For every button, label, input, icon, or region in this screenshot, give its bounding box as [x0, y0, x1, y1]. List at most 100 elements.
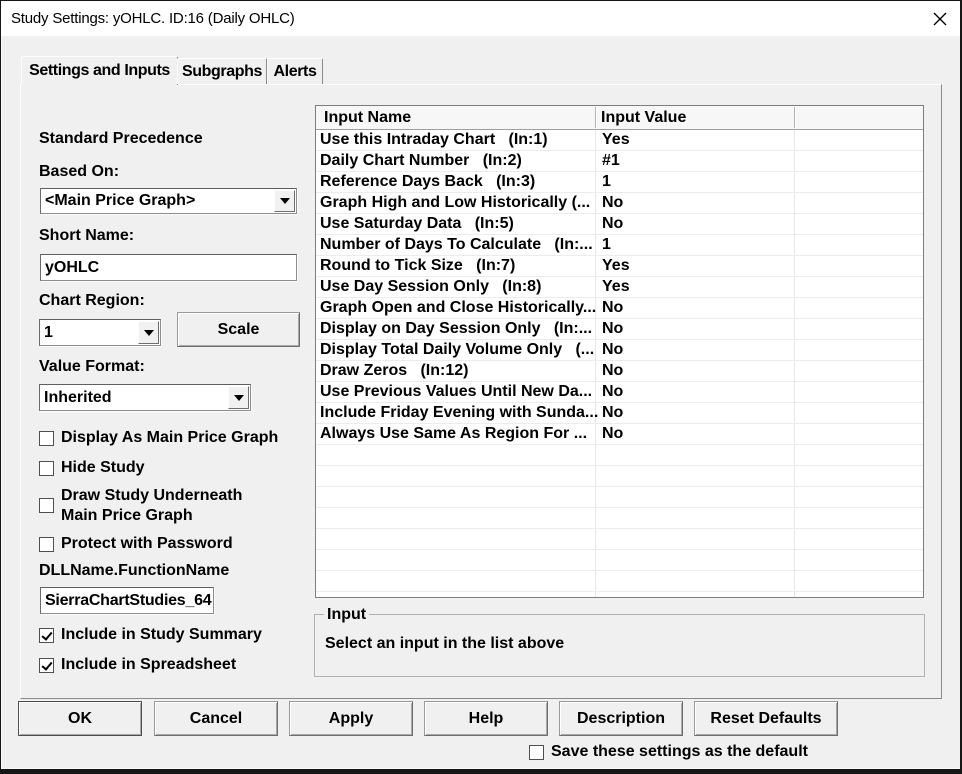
table-row[interactable]: Include Friday Evening with Sunda... No [316, 403, 923, 424]
header-separator[interactable] [794, 107, 795, 128]
input-groupbox-label: Input [324, 606, 370, 623]
check-icon [41, 629, 53, 641]
table-row-empty[interactable] [316, 508, 923, 529]
chart-region-value: 1 [44, 323, 53, 341]
table-row[interactable]: Use Day Session Only (In:8) Yes [316, 277, 923, 298]
close-button[interactable] [926, 5, 954, 32]
table-row[interactable]: Always Use Same As Region For ... No [316, 424, 923, 445]
titlebar[interactable]: Study Settings: yOHLC. ID:16 (Daily OHLC… [1, 1, 960, 36]
input-value-cell: No [602, 320, 624, 337]
hide-study-label: Hide Study [61, 459, 145, 476]
screen: Study Settings: yOHLC. ID:16 (Daily OHLC… [0, 0, 962, 774]
ok-button-label: OK [68, 709, 92, 727]
short-name-value: yOHLC [45, 258, 100, 276]
tab-label: Subgraphs [182, 62, 262, 80]
description-button[interactable]: Description [559, 701, 683, 736]
table-row-empty[interactable] [316, 445, 923, 466]
based-on-combobox[interactable]: <Main Price Graph> [40, 188, 297, 214]
description-button-label: Description [576, 709, 665, 727]
input-name-cell: Use Previous Values Until New Da... [320, 383, 593, 400]
input-groupbox-message: Select an input in the list above [325, 635, 565, 652]
apply-button[interactable]: Apply [289, 701, 413, 736]
reset-defaults-button[interactable]: Reset Defaults [694, 701, 838, 736]
input-value-cell: 1 [602, 173, 611, 190]
input-value-cell: No [602, 383, 624, 400]
value-format-dropdown-button[interactable] [228, 386, 249, 409]
column-header-blank[interactable] [800, 106, 920, 129]
table-row[interactable]: Use this Intraday Chart (In:1) Yes [316, 130, 923, 151]
tab-alerts[interactable]: Alerts [267, 58, 323, 84]
draw-study-underneath-checkbox[interactable] [39, 498, 54, 513]
input-name-cell: Graph High and Low Historically (... [320, 194, 591, 211]
protect-with-password-label: Protect with Password [61, 535, 233, 552]
chart-region-combobox[interactable]: 1 [39, 319, 161, 346]
based-on-dropdown-button[interactable] [274, 190, 295, 212]
table-row-empty[interactable] [316, 466, 923, 487]
input-name-cell: Use Saturday Data (In:5) [320, 215, 514, 232]
include-in-spreadsheet-label: Include in Spreadsheet [61, 656, 237, 673]
cancel-button[interactable]: Cancel [154, 701, 278, 736]
short-name-label: Short Name: [39, 227, 135, 244]
column-header-input-name[interactable]: Input Name [324, 106, 592, 129]
save-settings-default-checkbox[interactable] [529, 745, 544, 760]
table-row[interactable]: Reference Days Back (In:3) 1 [316, 172, 923, 193]
inputs-table-body: Use this Intraday Chart (In:1) Yes Daily C… [316, 130, 923, 597]
input-value-cell: No [602, 425, 624, 442]
chevron-down-icon [279, 198, 290, 204]
table-row-empty[interactable] [316, 592, 923, 597]
scale-button-label: Scale [217, 320, 260, 338]
tab-pane: Standard Precedence Based On: <Main Pric… [20, 84, 942, 699]
scale-button[interactable]: Scale [177, 312, 300, 347]
column-header-input-value[interactable]: Input Value [601, 106, 789, 129]
chart-region-dropdown-button[interactable] [138, 321, 159, 344]
value-format-combobox[interactable]: Inherited [39, 384, 251, 411]
input-name-cell: Include Friday Evening with Sunda... [320, 404, 599, 421]
help-button-label: Help [468, 709, 504, 727]
table-row-empty[interactable] [316, 550, 923, 571]
tab-subgraphs[interactable]: Subgraphs [177, 58, 267, 84]
based-on-label: Based On: [39, 163, 120, 180]
apply-button-label: Apply [328, 709, 374, 727]
input-value-cell: Yes [602, 131, 630, 148]
tab-settings-and-inputs[interactable]: Settings and Inputs [21, 56, 178, 85]
input-value-cell: No [602, 404, 624, 421]
input-name-cell: Use this Intraday Chart (In:1) [320, 131, 548, 148]
reset-defaults-button-label: Reset Defaults [710, 709, 822, 727]
include-in-spreadsheet-checkbox[interactable] [39, 658, 54, 673]
table-row[interactable]: Display Total Daily Volume Only (... No [316, 340, 923, 361]
header-separator[interactable] [595, 107, 596, 128]
input-value-cell: No [602, 194, 624, 211]
table-row[interactable]: Daily Chart Number (In:2) #1 [316, 151, 923, 172]
table-row-empty[interactable] [316, 529, 923, 550]
table-row[interactable]: Graph High and Low Historically (... No [316, 193, 923, 214]
table-row[interactable]: Graph Open and Close Historically... No [316, 298, 923, 319]
protect-with-password-checkbox[interactable] [39, 537, 54, 552]
dll-function-name-value: SierraChartStudies_64 [45, 591, 212, 609]
input-name-cell: Reference Days Back (In:3) [320, 173, 536, 190]
short-name-input[interactable]: yOHLC [40, 254, 297, 281]
input-name-cell: Display Total Daily Volume Only (... [320, 341, 595, 358]
hide-study-checkbox[interactable] [39, 461, 54, 476]
ok-button[interactable]: OK [18, 701, 142, 736]
table-row[interactable]: Draw Zeros (In:12) No [316, 361, 923, 382]
include-in-study-summary-label: Include in Study Summary [61, 626, 262, 643]
inputs-table: Input Name Input Value Use this Intraday… [315, 105, 924, 598]
dll-function-name-input[interactable]: SierraChartStudies_64 [40, 587, 214, 614]
table-row-empty[interactable] [316, 487, 923, 508]
table-row[interactable]: Number of Days To Calculate (In:... 1 [316, 235, 923, 256]
input-value-cell: No [602, 299, 624, 316]
input-name-cell: Always Use Same As Region For ... [320, 425, 588, 442]
inputs-table-header[interactable]: Input Name Input Value [316, 106, 923, 130]
include-in-study-summary-checkbox[interactable] [39, 628, 54, 643]
input-name-cell: Number of Days To Calculate (In:... [320, 236, 593, 253]
table-row[interactable]: Round to Tick Size (In:7) Yes [316, 256, 923, 277]
table-row[interactable]: Display on Day Session Only (In:... No [316, 319, 923, 340]
display-as-main-price-graph-checkbox[interactable] [39, 431, 54, 446]
chart-region-label: Chart Region: [39, 292, 145, 309]
table-row[interactable]: Use Saturday Data (In:5) No [316, 214, 923, 235]
table-row-empty[interactable] [316, 571, 923, 592]
help-button[interactable]: Help [424, 701, 548, 736]
close-icon [933, 12, 947, 26]
table-row[interactable]: Use Previous Values Until New Da... No [316, 382, 923, 403]
chevron-down-icon [233, 394, 244, 401]
